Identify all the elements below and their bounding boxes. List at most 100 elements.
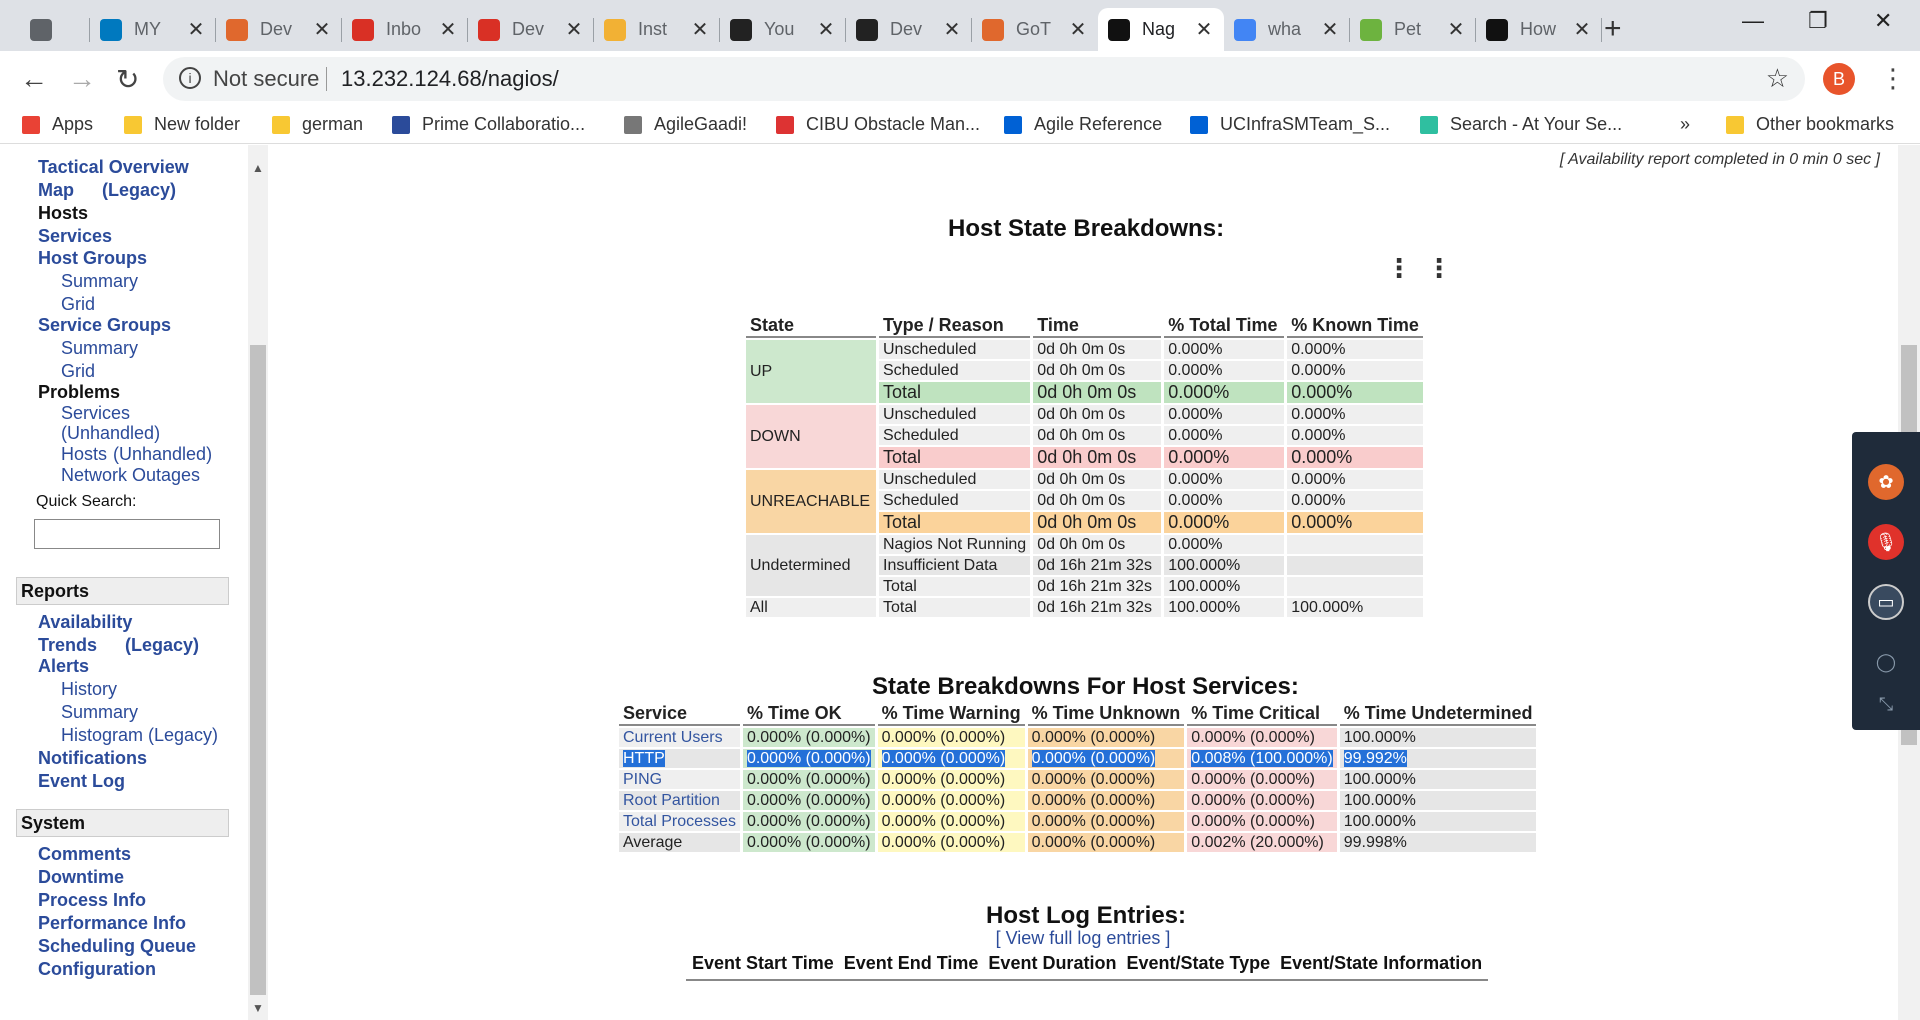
bookmarks-overflow[interactable]: » bbox=[1680, 114, 1690, 135]
nav-tactical-overview[interactable]: Tactical Overview bbox=[38, 157, 189, 178]
profile-avatar[interactable]: B bbox=[1823, 63, 1855, 95]
nav-alerts-histogram[interactable]: Histogram (Legacy) bbox=[61, 725, 218, 746]
nav-configuration[interactable]: Configuration bbox=[38, 959, 156, 980]
service-link[interactable]: Root Partition bbox=[623, 792, 720, 809]
browser-tab[interactable]: You ✕ bbox=[720, 8, 846, 51]
tab-close-icon[interactable]: ✕ bbox=[816, 17, 836, 42]
browser-tab[interactable]: GoT ✕ bbox=[972, 8, 1098, 51]
nav-service-groups[interactable]: Service Groups bbox=[38, 315, 171, 336]
tab-close-icon[interactable]: ✕ bbox=[312, 17, 332, 42]
forward-arrow-icon[interactable]: → bbox=[68, 63, 96, 95]
tab-close-icon[interactable]: ✕ bbox=[942, 17, 962, 42]
bookmark-item[interactable]: Search - At Your Se... bbox=[1420, 114, 1622, 135]
more-options-icon[interactable]: ⋮ bbox=[1386, 255, 1412, 281]
nav-problems-services[interactable]: Services bbox=[61, 403, 130, 424]
nav-scheduling-queue[interactable]: Scheduling Queue bbox=[38, 936, 196, 957]
nav-hosts[interactable]: Hosts bbox=[38, 203, 88, 224]
bookmark-item[interactable]: Prime Collaboratio... bbox=[392, 114, 585, 135]
nav-map-legacy[interactable]: (Legacy) bbox=[102, 180, 176, 201]
nav-trends[interactable]: Trends bbox=[38, 635, 97, 656]
nav-event-log[interactable]: Event Log bbox=[38, 771, 125, 792]
address-bar[interactable]: i Not secure 13.232.124.68/nagios/ ☆ bbox=[163, 57, 1805, 101]
browser-tab[interactable]: Dev ✕ bbox=[216, 8, 342, 51]
tab-close-icon[interactable]: ✕ bbox=[186, 17, 206, 42]
nav-service-groups-summary[interactable]: Summary bbox=[61, 338, 138, 359]
nav-comments[interactable]: Comments bbox=[38, 844, 131, 865]
nav-host-groups-summary[interactable]: Summary bbox=[61, 271, 138, 292]
bookmark-item[interactable]: german bbox=[272, 114, 363, 135]
reload-icon[interactable]: ↻ bbox=[116, 63, 139, 96]
nav-network-outages[interactable]: Network Outages bbox=[61, 465, 200, 486]
url-text[interactable]: 13.232.124.68/nagios/ bbox=[341, 66, 559, 92]
nav-services[interactable]: Services bbox=[38, 226, 112, 247]
nav-problems-hosts[interactable]: Hosts bbox=[61, 444, 107, 465]
webex-logo-icon[interactable]: ✿ bbox=[1868, 464, 1904, 500]
nav-process-info[interactable]: Process Info bbox=[38, 890, 146, 911]
back-arrow-icon[interactable]: ← bbox=[20, 63, 48, 95]
nav-problems-services-unhandled[interactable]: (Unhandled) bbox=[61, 423, 160, 444]
browser-tab[interactable]: Dev ✕ bbox=[846, 8, 972, 51]
nav-problems-hosts-unhandled[interactable]: (Unhandled) bbox=[113, 444, 212, 465]
nav-alerts-history[interactable]: History bbox=[61, 679, 117, 700]
mute-microphone-icon[interactable]: 🎙 bbox=[1868, 524, 1904, 560]
browser-tab[interactable]: How ✕ bbox=[1476, 8, 1602, 51]
quick-search-input[interactable] bbox=[34, 519, 220, 549]
expand-icon[interactable]: ⤡ bbox=[1868, 686, 1904, 722]
tab-close-icon[interactable]: ✕ bbox=[1194, 17, 1214, 42]
nav-problems[interactable]: Problems bbox=[38, 382, 120, 403]
view-full-log-link[interactable]: [ View full log entries ] bbox=[268, 928, 1898, 949]
nav-downtime[interactable]: Downtime bbox=[38, 867, 124, 888]
maximize-icon[interactable]: ❐ bbox=[1808, 8, 1828, 34]
tab-close-icon[interactable]: ✕ bbox=[1068, 17, 1088, 42]
tab-close-icon[interactable]: ✕ bbox=[564, 17, 584, 42]
nav-performance-info[interactable]: Performance Info bbox=[38, 913, 186, 934]
nav-service-groups-grid[interactable]: Grid bbox=[61, 361, 95, 382]
tab-close-icon[interactable]: ✕ bbox=[1320, 17, 1340, 42]
scroll-up-arrow-icon[interactable]: ▲ bbox=[252, 161, 264, 175]
browser-tab[interactable]: wha ✕ bbox=[1224, 8, 1350, 51]
bookmark-item[interactable]: Other bookmarks bbox=[1726, 114, 1894, 135]
browser-tab[interactable]: Dev ✕ bbox=[468, 8, 594, 51]
bookmark-item[interactable]: AgileGaadi! bbox=[624, 114, 747, 135]
nav-host-groups-grid[interactable]: Grid bbox=[61, 294, 95, 315]
window-close-icon[interactable]: ✕ bbox=[1874, 8, 1892, 34]
tab-close-icon[interactable]: ✕ bbox=[438, 17, 458, 42]
bookmark-item[interactable]: UCInfraSMTeam_S... bbox=[1190, 114, 1390, 135]
service-link[interactable]: Current Users bbox=[623, 729, 723, 746]
service-link[interactable]: Total Processes bbox=[623, 813, 736, 830]
info-icon[interactable]: i bbox=[179, 67, 201, 89]
tab-close-icon[interactable]: ✕ bbox=[1446, 17, 1466, 42]
bookmark-item[interactable]: Apps bbox=[22, 114, 93, 135]
tab-close-icon[interactable]: ✕ bbox=[690, 17, 710, 42]
bookmark-item[interactable]: New folder bbox=[124, 114, 240, 135]
bookmark-label: Search - At Your Se... bbox=[1450, 114, 1623, 134]
chat-bubble-icon[interactable]: ◯ bbox=[1868, 644, 1904, 680]
service-link[interactable]: PING bbox=[623, 771, 662, 788]
browser-tab[interactable]: Pet ✕ bbox=[1350, 8, 1476, 51]
new-tab-plus-icon[interactable]: + bbox=[1604, 12, 1622, 46]
nav-alerts-summary[interactable]: Summary bbox=[61, 702, 138, 723]
browser-tab[interactable]: Inbo ✕ bbox=[342, 8, 468, 51]
browser-tab[interactable]: MY ✕ bbox=[90, 8, 216, 51]
minimize-icon[interactable]: — bbox=[1742, 8, 1764, 34]
side-nav-scroll-thumb[interactable] bbox=[250, 345, 266, 995]
nav-host-groups[interactable]: Host Groups bbox=[38, 248, 147, 269]
tab-close-icon[interactable]: ✕ bbox=[1572, 17, 1592, 42]
nav-trends-legacy[interactable]: (Legacy) bbox=[125, 635, 199, 656]
scroll-down-arrow-icon[interactable]: ▼ bbox=[252, 1001, 264, 1015]
nav-notifications[interactable]: Notifications bbox=[38, 748, 147, 769]
bookmark-item[interactable]: CIBU Obstacle Man... bbox=[776, 114, 980, 135]
share-screen-icon[interactable]: ▭ bbox=[1868, 584, 1904, 620]
browser-tab[interactable]: Inst ✕ bbox=[594, 8, 720, 51]
nav-availability[interactable]: Availability bbox=[38, 612, 132, 633]
bookmark-item[interactable]: Agile Reference bbox=[1004, 114, 1162, 135]
nav-alerts[interactable]: Alerts bbox=[38, 656, 89, 677]
more-options-icon[interactable]: ⋮ bbox=[1426, 255, 1452, 281]
bookmark-star-icon[interactable]: ☆ bbox=[1766, 63, 1789, 94]
browser-tab[interactable] bbox=[20, 8, 90, 51]
browser-menu-icon[interactable]: ⋮ bbox=[1880, 63, 1906, 94]
browser-tab[interactable]: Nag ✕ bbox=[1098, 8, 1224, 51]
nav-map[interactable]: Map bbox=[38, 180, 74, 201]
service-link[interactable]: HTTP bbox=[623, 749, 665, 767]
side-nav-scrollbar[interactable]: ▲ ▼ bbox=[248, 145, 268, 1020]
